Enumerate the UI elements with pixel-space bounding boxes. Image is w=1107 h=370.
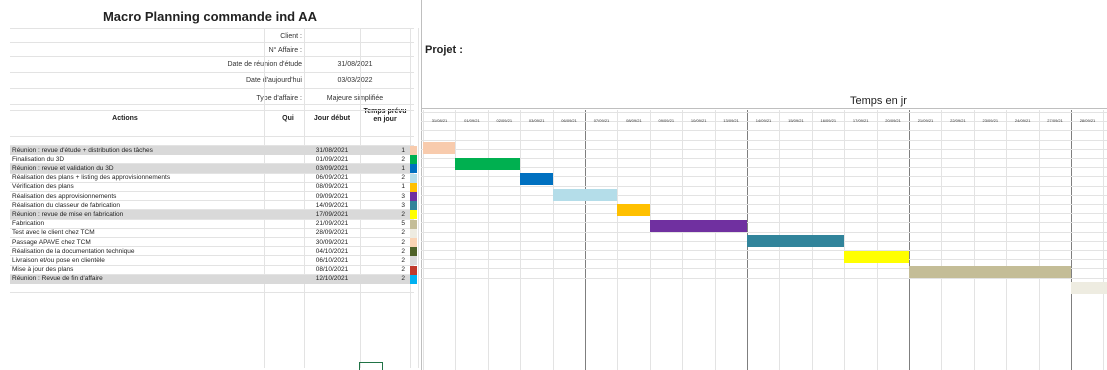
task-color-swatch [410, 247, 417, 257]
date-cell: 20/09/21 [885, 118, 901, 123]
task-color-swatch [410, 201, 417, 211]
date-cell: 01/09/21 [464, 118, 480, 123]
gantt-row-line [421, 259, 1107, 261]
gantt-bar [455, 157, 521, 170]
gantt-row-line [421, 204, 1107, 205]
date-cell: 10/09/21 [690, 118, 707, 123]
date-cell: 06/09/21 [561, 118, 577, 123]
info-label: N° Affaire : [268, 47, 302, 54]
info-value: Majeure simplifiée [326, 95, 384, 102]
header-actions: Actions [112, 115, 138, 122]
gantt-row-line [421, 167, 1107, 169]
gantt-row-line [421, 185, 1107, 187]
gantt-bar [909, 266, 1071, 278]
task-name: Réunion : Revue de fin d'affaire [12, 275, 103, 283]
task-color-swatch [410, 155, 417, 165]
task-color-swatch [410, 173, 417, 183]
task-color-swatch [410, 219, 417, 229]
task-duration: 2 [401, 275, 405, 283]
gantt-bar [423, 142, 456, 154]
gantt-row-line [421, 213, 1107, 215]
task-color-swatch [410, 210, 417, 220]
header-jour-debut: Jour début [313, 115, 351, 122]
task-color-swatch [410, 182, 417, 192]
gantt-bar [617, 204, 650, 216]
info-value: 03/03/2022 [337, 77, 373, 84]
grid-line [418, 28, 419, 368]
header-qui: Qui [282, 115, 294, 122]
projet-label: Projet : [425, 44, 463, 56]
task-color-swatch [410, 238, 417, 247]
grid-line [10, 72, 414, 73]
grid-line [10, 42, 414, 43]
date-cell: 02/09/21 [496, 118, 513, 123]
gantt-row-line [421, 130, 1107, 132]
grid-line [10, 104, 414, 105]
date-cell: 21/09/21 [917, 118, 934, 123]
gantt-row-line [421, 194, 1107, 196]
info-value: 31/08/2021 [337, 61, 373, 68]
gantt-bar [1071, 281, 1107, 294]
task-color-swatch [410, 256, 417, 266]
date-cell: 07/09/21 [593, 118, 610, 123]
sheet-title: Macro Planning commande ind AA [102, 9, 318, 24]
grid-line [360, 28, 361, 368]
gantt-row-line [421, 231, 1107, 233]
task-color-swatch [410, 265, 417, 275]
date-cell: 28/09/21 [1079, 118, 1096, 123]
task-color-swatch [410, 192, 417, 201]
date-cell: 08/09/21 [626, 118, 642, 123]
gantt-bar [552, 188, 618, 201]
date-cell: 17/09/21 [852, 118, 869, 123]
grid-line [10, 28, 414, 29]
info-label: Date d'aujourd'hui [246, 77, 302, 84]
date-cell: 23/09/21 [982, 118, 999, 123]
task-color-swatch [410, 164, 417, 174]
date-cell: 16/09/21 [820, 118, 837, 123]
gantt-header-line [421, 108, 1107, 109]
gantt-row-line [421, 222, 1107, 224]
date-cell: 22/09/21 [950, 118, 966, 123]
gantt-bar [520, 173, 553, 185]
gantt-row-line [421, 148, 1107, 150]
date-cell: 27/09/21 [1047, 118, 1063, 123]
gantt-row-line [421, 139, 1107, 141]
spreadsheet[interactable]: Macro Planning commande ind AA Client : N… [0, 0, 1107, 370]
task-start: 12/10/2021 [315, 275, 349, 283]
selected-cell[interactable] [359, 362, 383, 370]
task-color-swatch [410, 274, 417, 284]
grid-line [10, 136, 414, 137]
task-color-swatch [410, 146, 417, 155]
date-cell: 09/09/21 [658, 118, 675, 123]
date-cell: 15/09/21 [788, 118, 804, 123]
gantt-row-line [421, 158, 1107, 159]
grid-line [10, 110, 414, 111]
date-cell: 24/09/21 [1014, 118, 1031, 123]
info-label: Client : [280, 33, 302, 40]
date-cell: 31/08/21 [431, 118, 448, 123]
gantt-row-line [421, 250, 1107, 251]
gantt-bar [649, 219, 747, 232]
grid-line [10, 88, 414, 89]
date-cell: 14/09/21 [755, 118, 772, 123]
grid-line [10, 292, 414, 294]
gantt-bar [844, 250, 909, 263]
temps-en-jr-label: Temps en jr [850, 95, 907, 107]
gantt-row-line [421, 112, 1107, 113]
grid-line [264, 28, 265, 368]
date-cell: 03/09/21 [528, 118, 545, 123]
date-cell: 13/09/21 [723, 118, 739, 123]
info-label: Date de réunion d'étude [227, 61, 302, 68]
gantt-bar [747, 235, 845, 247]
info-label: Type d'affaire : [256, 95, 302, 102]
task-color-swatch [410, 228, 417, 238]
grid-line [10, 56, 414, 57]
